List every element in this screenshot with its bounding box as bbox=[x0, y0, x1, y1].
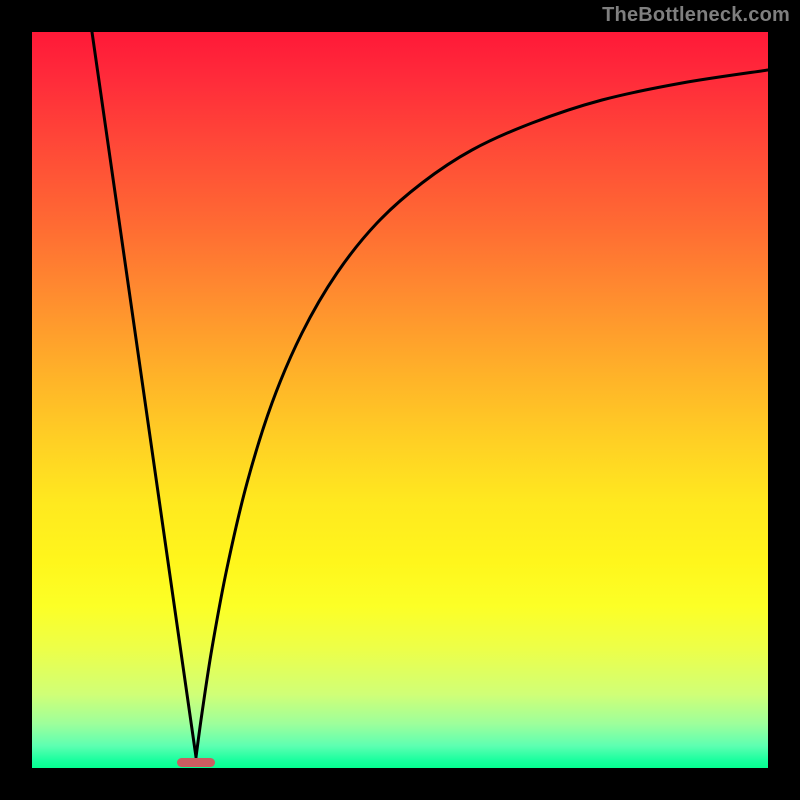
chart-frame: TheBottleneck.com bbox=[0, 0, 800, 800]
gradient-background bbox=[32, 32, 768, 768]
plot-area bbox=[32, 32, 768, 768]
vertex-marker bbox=[177, 758, 215, 767]
watermark-text: TheBottleneck.com bbox=[602, 4, 790, 27]
